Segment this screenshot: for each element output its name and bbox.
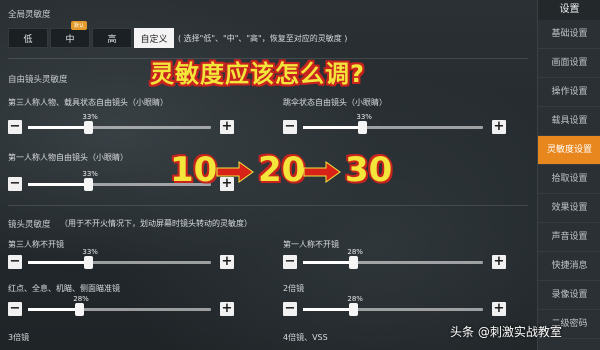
slider-label: 第一人称不开镜 <box>283 240 339 249</box>
global-sensitivity-title: 全局灵敏度 <box>8 10 51 20</box>
slider-label: 跳伞状态自由镜头（小眼睛） <box>283 98 387 107</box>
arrow-right-icon <box>303 161 341 183</box>
slider-label: 4倍镜、VSS <box>283 333 328 342</box>
sidebar-item-graphics[interactable]: 画面设置 <box>538 49 600 78</box>
sensitivity-slider[interactable]: 33% <box>28 113 211 134</box>
overlay-number: 30 <box>345 150 393 190</box>
decrease-button[interactable]: − <box>8 302 22 316</box>
increase-button[interactable]: + <box>220 255 234 269</box>
slider-handle[interactable] <box>84 256 94 269</box>
divider <box>8 205 528 206</box>
decrease-button[interactable]: − <box>283 302 297 316</box>
increase-button[interactable]: + <box>492 302 506 316</box>
preset-low-button[interactable]: 低 <box>8 28 48 48</box>
slider-value: 33% <box>82 248 98 256</box>
preset-medium-button[interactable]: 默认 中 <box>50 21 90 48</box>
sidebar-title: 设置 <box>538 0 600 20</box>
preset-high-button[interactable]: 高 <box>92 28 132 48</box>
slider-fill <box>28 308 80 311</box>
overlay-number: 10 <box>170 150 218 190</box>
preset-medium-label: 中 <box>65 34 75 45</box>
sidebar-item-basic[interactable]: 基础设置 <box>538 20 600 49</box>
slider-label: 3倍镜 <box>8 333 30 342</box>
sensitivity-slider[interactable]: 28% <box>303 295 483 316</box>
slider-fill <box>303 261 354 264</box>
decrease-button[interactable]: − <box>283 255 297 269</box>
preset-high-label: 高 <box>107 34 117 45</box>
sidebar-item-effects[interactable]: 效果设置 <box>538 194 600 223</box>
sidebar-item-quick-messages[interactable]: 快捷消息 <box>538 252 600 281</box>
default-badge: 默认 <box>70 21 87 30</box>
slider-value: 28% <box>347 248 363 256</box>
decrease-button[interactable]: − <box>283 120 297 134</box>
decrease-button[interactable]: − <box>8 255 22 269</box>
free-look-title: 自由镜头灵敏度 <box>8 75 68 85</box>
increase-button[interactable]: + <box>492 255 506 269</box>
slider-handle[interactable] <box>75 303 85 316</box>
sidebar-item-recording[interactable]: 录像设置 <box>538 281 600 310</box>
sidebar-item-vehicle[interactable]: 载具设置 <box>538 107 600 136</box>
slider-fill <box>28 261 89 264</box>
sensitivity-slider[interactable]: 28% <box>28 295 211 316</box>
sidebar-item-sensitivity[interactable]: 灵敏度设置 <box>538 136 600 165</box>
slider-handle[interactable] <box>84 121 94 134</box>
slider-label: 红点、全息、机瞄、侧面瞄准镜 <box>8 284 120 293</box>
slider-value: 33% <box>356 113 372 121</box>
decrease-button[interactable]: − <box>8 177 22 191</box>
slider-label: 第三人称人物、载具状态自由镜头（小眼睛） <box>8 98 168 107</box>
sensitivity-slider[interactable]: 28% <box>303 248 483 269</box>
preset-custom-label: 自定义 <box>140 34 168 45</box>
increase-button[interactable]: + <box>220 302 234 316</box>
increase-button[interactable]: + <box>220 120 234 134</box>
preset-custom-button[interactable]: 自定义 <box>134 28 174 48</box>
slider-fill <box>28 126 89 129</box>
preset-hint: ( 选择"低"、"中"、"高"，恢复至对应的灵敏度 ) <box>178 34 348 43</box>
sidebar-item-audio[interactable]: 声音设置 <box>538 223 600 252</box>
slider-label: 第三人称不开镜 <box>8 240 64 249</box>
arrow-right-icon <box>216 161 254 183</box>
decrease-button[interactable]: − <box>8 120 22 134</box>
slider-handle[interactable] <box>84 178 94 191</box>
camera-sensitivity-hint: （用于不开火情况下，划动屏幕时镜头转动的灵敏度） <box>60 219 252 228</box>
preset-low-label: 低 <box>23 34 33 45</box>
slider-handle[interactable] <box>358 121 368 134</box>
slider-fill <box>303 126 363 129</box>
sensitivity-slider[interactable]: 33% <box>303 113 483 134</box>
slider-value: 33% <box>82 170 98 178</box>
sidebar-item-controls[interactable]: 操作设置 <box>538 78 600 107</box>
slider-fill <box>28 183 89 186</box>
overlay-headline: 灵敏度应该怎么调? <box>150 60 365 88</box>
slider-handle[interactable] <box>349 256 359 269</box>
overlay-number: 20 <box>258 150 306 190</box>
sensitivity-slider[interactable]: 33% <box>28 248 211 269</box>
settings-sidebar: 设置 基础设置 画面设置 操作设置 载具设置 灵敏度设置 拾取设置 效果设置 声… <box>537 0 600 350</box>
slider-value: 28% <box>73 295 89 303</box>
sidebar-item-pickup[interactable]: 拾取设置 <box>538 165 600 194</box>
slider-label: 2倍镜 <box>283 284 305 293</box>
slider-fill <box>303 308 354 311</box>
slider-handle[interactable] <box>349 303 359 316</box>
watermark: 头条 @刺激实战教室 <box>450 325 562 339</box>
increase-button[interactable]: + <box>492 120 506 134</box>
slider-label: 第一人称人物自由镜头（小眼睛） <box>8 153 128 162</box>
slider-value: 28% <box>347 295 363 303</box>
slider-value: 33% <box>82 113 98 121</box>
camera-sensitivity-title: 镜头灵敏度 <box>8 220 51 230</box>
sensitivity-presets: 低 默认 中 高 自定义 <box>8 21 176 48</box>
